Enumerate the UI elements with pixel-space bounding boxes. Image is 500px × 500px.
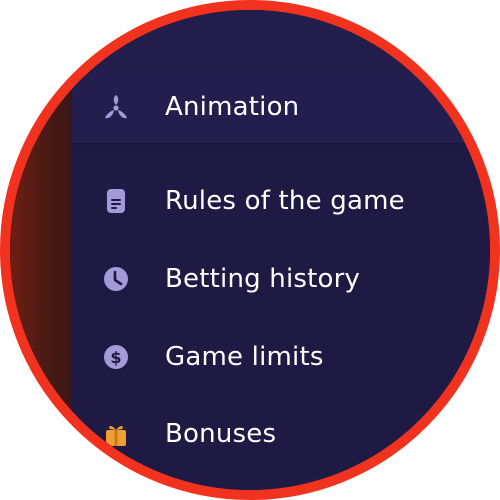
menu-item-animation[interactable]: Animation	[102, 87, 299, 127]
fan-icon	[102, 93, 130, 121]
menu-item-label: Rules of the game	[165, 186, 405, 216]
menu-item-label: Animation	[165, 92, 300, 122]
menu-item-label: Game limits	[165, 342, 324, 372]
menu-item-label: Bonuses	[165, 419, 277, 449]
menu-item-betting-history[interactable]: Betting history	[102, 259, 360, 299]
background-game-area	[10, 10, 72, 490]
clock-icon	[102, 265, 130, 293]
menu-item-game-limits[interactable]: $ Game limits	[102, 337, 324, 377]
document-icon	[102, 187, 130, 215]
menu-item-label: Betting history	[165, 264, 361, 294]
menu-item-bonuses[interactable]: Bonuses	[102, 414, 276, 454]
magnifier-circle: Animation Rules of the game Betting hist…	[0, 0, 500, 500]
dollar-coin-icon: $	[102, 343, 130, 371]
gift-icon	[102, 420, 130, 448]
menu-item-rules[interactable]: Rules of the game	[102, 181, 405, 221]
settings-menu: Animation Rules of the game Betting hist…	[72, 10, 490, 490]
svg-text:$: $	[110, 348, 121, 367]
zoomed-menu-view: Animation Rules of the game Betting hist…	[0, 0, 500, 500]
menu-divider	[72, 143, 490, 145]
